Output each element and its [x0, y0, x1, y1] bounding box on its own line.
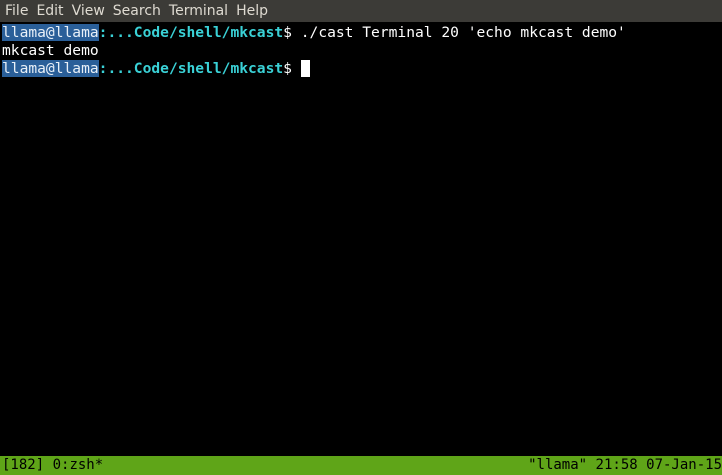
status-time: 21:58: [595, 457, 638, 473]
terminal-line-command: llama@llama:...Code/shell/mkcast$ ./cast…: [2, 24, 722, 42]
menu-edit[interactable]: Edit: [32, 0, 67, 22]
status-window[interactable]: 0:zsh*: [53, 457, 104, 473]
terminal-screen[interactable]: llama@llama:...Code/shell/mkcast$ ./cast…: [0, 24, 722, 454]
prompt-user: llama@llama: [2, 60, 99, 77]
command-text: ./cast Terminal 20 'echo mkcast demo': [291, 24, 626, 41]
terminal-line-output: mkcast demo: [2, 42, 722, 60]
prompt-path: :...Code/shell/mkcast: [98, 24, 284, 41]
menu-bar: File Edit View Search Terminal Help: [0, 0, 722, 22]
menu-file[interactable]: File: [1, 0, 32, 22]
status-right: "llama" 21:58 07-Jan-15: [528, 456, 722, 475]
prompt-symbol: $: [283, 60, 292, 77]
status-session[interactable]: [182]: [2, 457, 44, 473]
command-output: mkcast demo: [2, 42, 99, 59]
prompt-user: llama@llama: [2, 24, 99, 41]
menu-search[interactable]: Search: [109, 0, 165, 22]
menu-help[interactable]: Help: [232, 0, 272, 22]
prompt-path: :...Code/shell/mkcast: [98, 60, 284, 77]
status-host: "llama": [528, 457, 588, 473]
status-date: 07-Jan-15: [646, 457, 722, 473]
menu-view[interactable]: View: [68, 0, 109, 22]
status-left: [182] 0:zsh*: [2, 456, 103, 475]
menu-terminal[interactable]: Terminal: [165, 0, 232, 22]
terminal-window: File Edit View Search Terminal Help llam…: [0, 0, 722, 475]
prompt-symbol: $: [283, 24, 292, 41]
text-cursor: [300, 60, 310, 77]
terminal-line-prompt: llama@llama:...Code/shell/mkcast$: [2, 60, 722, 78]
tmux-status-bar: [182] 0:zsh* "llama" 21:58 07-Jan-15: [0, 456, 722, 475]
